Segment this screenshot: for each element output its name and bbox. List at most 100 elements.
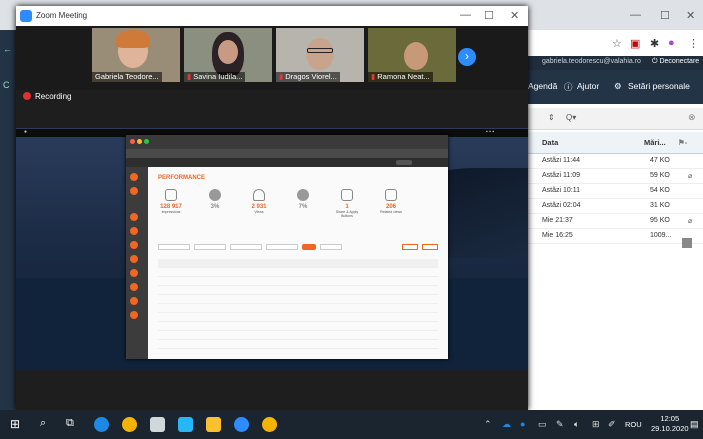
more-menu-icon[interactable]: ⋮ [688,37,699,50]
minimize-icon[interactable]: — [630,9,641,21]
profile-avatar-icon[interactable]: ● [668,37,675,49]
gear-icon[interactable]: ⚙ [614,81,622,92]
zoom-taskbar-icon[interactable] [234,417,249,432]
mail-row[interactable]: Astăzi 11:44 47 KO [528,154,703,169]
logout-link[interactable]: ⏻ Deconectare [652,58,699,66]
clock[interactable]: 12:05 29.10.2020 [651,414,689,434]
table-row[interactable] [158,340,438,349]
bookmark-star-icon[interactable]: ☆ [612,37,622,50]
cloud-icon[interactable]: ● [520,419,525,429]
edge-icon[interactable] [94,417,109,432]
table-section-row [158,286,438,295]
menu-help[interactable]: Ajutor [577,81,599,91]
kpi-share-apply: 1 Share & Apply Buttons [330,189,364,218]
app-icon[interactable] [150,417,165,432]
period-select[interactable] [320,244,342,250]
kpi-views: 2 931 Views [242,189,276,214]
kpi-label: Views [254,210,264,214]
chrome-icon[interactable] [262,417,277,432]
zoom-title-bar: Zoom Meeting — ☐ ✕ [16,6,528,26]
help-icon[interactable]: ⓘ [564,81,573,93]
close-icon[interactable]: ✕ [686,9,695,22]
participant-hair [116,30,150,48]
table-row[interactable] [158,322,438,331]
apply-filter-button[interactable] [302,244,316,250]
zoom-dot-icon [144,139,149,144]
mail-row[interactable]: Astăzi 11:09 59 KO ⌀ [528,169,703,184]
search-icon[interactable]: ⌕ [40,417,46,430]
shared-browser-window: PERFORMANCE 128 917 Impressions 3% 2 931… [126,135,448,359]
page-title: PERFORMANCE [158,175,206,181]
pen-workspace-icon[interactable]: ✐ [608,419,616,430]
share-icon [341,189,353,201]
menu-agenda[interactable]: Agendă [528,81,557,91]
flag-column-icon[interactable]: ⚑- [678,138,687,147]
mail-row[interactable]: Astăzi 10:11 54 KO [528,184,703,199]
chrome-icon[interactable] [122,417,137,432]
table-row[interactable] [158,331,438,340]
print-button[interactable] [422,244,438,250]
participant-glasses [307,48,333,53]
sort-icon[interactable]: ⇕ [548,113,555,122]
participant-video[interactable]: Gabriela Teodore... [92,28,180,82]
participant-video[interactable]: ▮ Ramona Neat... [368,28,456,82]
network-icon[interactable]: ⊞ [592,419,600,430]
scroll-down-button[interactable] [682,238,692,248]
menu-settings[interactable]: Setări personale [628,81,690,91]
sidebar-dot [130,283,138,291]
table-header [158,259,438,268]
table-row[interactable] [158,295,438,304]
onedrive-icon[interactable]: ☁ [502,419,511,430]
next-participants-button[interactable]: › [458,48,476,66]
nav-icon[interactable]: C [3,80,10,90]
file-explorer-icon[interactable] [206,417,221,432]
recording-indicator[interactable]: Recording [23,92,71,101]
notifications-icon[interactable]: ▤ [690,419,699,430]
column-date[interactable]: Data [542,138,558,147]
table-row[interactable] [158,313,438,322]
kpi-value: 3% [210,204,220,210]
participant-video[interactable]: ▮ Dragos Viorel... [276,28,364,82]
back-icon[interactable]: ← [3,44,12,54]
pen-icon[interactable]: ✎ [556,419,564,430]
mail-row[interactable]: Mie 21:37 95 KO ⌀ [528,214,703,229]
close-icon[interactable]: ✕ [510,9,519,22]
export-button[interactable] [402,244,418,250]
participant-name: Gabriela Teodore... [92,72,162,82]
clear-search-icon[interactable]: ⊗ [688,112,696,123]
language-indicator[interactable]: ROU [625,420,642,429]
maximize-icon[interactable]: ☐ [660,9,670,22]
mail-menu-bar: Agendă ⓘ Ajutor ⚙ Setări personale [528,70,703,104]
shared-url-bar [126,149,448,158]
filter-dropdown[interactable] [158,244,190,250]
minimize-dot-icon [137,139,142,144]
task-view-icon[interactable]: ⧉ [66,417,74,430]
kpi-value: 7% [298,204,308,210]
kpi-label: Related views [380,210,402,214]
table-row[interactable] [158,304,438,313]
mail-row[interactable]: Astăzi 02:04 31 KO [528,199,703,214]
zoom-window-title: Zoom Meeting [36,11,88,20]
sidebar-dot [130,297,138,305]
extension-icon[interactable]: ▣ [630,37,640,50]
battery-icon[interactable]: ▭ [538,419,547,430]
mail-search-bar: ⇕ Q▾ ⊗ [528,108,703,130]
participant-video[interactable]: ▮ Savina Iudila... [184,28,272,82]
volume-icon[interactable]: 🔈︎ [574,419,579,430]
table-row[interactable] [158,277,438,286]
close-dot-icon [130,139,135,144]
date-to-field[interactable] [266,244,298,250]
browser-left-strip: ← C [0,30,16,410]
chevron-up-icon[interactable]: ⌃ [484,419,492,430]
kpi-ratio: 7% [286,189,320,210]
filter-dropdown[interactable] [194,244,226,250]
search-icon[interactable]: Q▾ [566,113,576,122]
date-from-field[interactable] [230,244,262,250]
mail-row[interactable]: Mie 16:25 1009... [528,229,703,244]
maximize-icon[interactable]: ☐ [484,9,494,22]
puzzle-icon[interactable]: ✱ [650,37,659,50]
minimize-icon[interactable]: — [460,9,471,21]
column-size[interactable]: Mări... [644,138,666,147]
windows-start-icon[interactable]: ⊞ [10,417,20,431]
app-icon[interactable] [178,417,193,432]
